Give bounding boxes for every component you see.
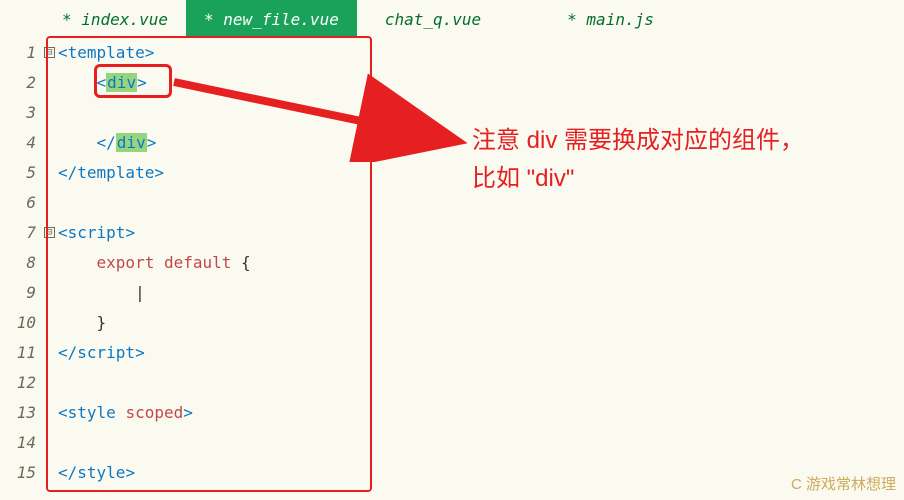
- annotation-line: 比如 "div": [472, 160, 804, 198]
- tab-label: chat_q.vue: [385, 10, 481, 29]
- code-line: [58, 368, 904, 398]
- line-number: 6: [0, 188, 36, 218]
- code-line: }: [58, 308, 904, 338]
- line-number: 11: [0, 338, 36, 368]
- line-number: 3: [0, 98, 36, 128]
- code-line: [58, 428, 904, 458]
- annotation-text: 注意 div 需要换成对应的组件， 比如 "div": [472, 122, 804, 199]
- line-number: 15: [0, 458, 36, 488]
- editor: 1 2 3 4 5 6 7 8 9 10 11 12 13 14 15 ⊟ ⊟ …: [0, 38, 904, 488]
- tab-new-file-vue[interactable]: * new_file.vue: [186, 0, 357, 38]
- line-number-gutter: 1 2 3 4 5 6 7 8 9 10 11 12 13 14 15: [0, 38, 44, 488]
- code-line: <template>: [58, 38, 904, 68]
- text-cursor: |: [135, 283, 145, 302]
- tab-label: * index.vue: [62, 10, 168, 29]
- line-number: 12: [0, 368, 36, 398]
- line-number: 2: [0, 68, 36, 98]
- line-number: 9: [0, 278, 36, 308]
- annotation-line: 注意 div 需要换成对应的组件，: [472, 122, 804, 160]
- tab-bar: * index.vue * new_file.vue chat_q.vue * …: [0, 0, 904, 38]
- code-line: export default {: [58, 248, 904, 278]
- code-line: </script>: [58, 338, 904, 368]
- line-number: 8: [0, 248, 36, 278]
- fold-toggle-icon[interactable]: ⊟: [44, 47, 55, 58]
- tab-index-vue[interactable]: * index.vue: [44, 0, 186, 38]
- code-line: <div>: [58, 68, 904, 98]
- tab-main-js[interactable]: * main.js: [549, 0, 672, 38]
- code-line: <style scoped>: [58, 398, 904, 428]
- code-area[interactable]: <template> <div> </div> </template> <scr…: [58, 38, 904, 488]
- line-number: 10: [0, 308, 36, 338]
- code-line: <script>: [58, 218, 904, 248]
- fold-gutter: ⊟ ⊟: [44, 38, 58, 488]
- tab-chat-q-vue[interactable]: chat_q.vue: [367, 0, 499, 38]
- highlighted-tag: div: [106, 73, 137, 92]
- line-number: 5: [0, 158, 36, 188]
- code-line: </style>: [58, 458, 904, 488]
- fold-toggle-icon[interactable]: ⊟: [44, 227, 55, 238]
- line-number: 1: [0, 38, 36, 68]
- watermark-text: C 游戏常林想理: [791, 473, 896, 494]
- tab-label: * main.js: [567, 10, 654, 29]
- highlighted-tag: div: [116, 133, 147, 152]
- tab-label: * new_file.vue: [204, 10, 339, 29]
- line-number: 13: [0, 398, 36, 428]
- line-number: 4: [0, 128, 36, 158]
- line-number: 7: [0, 218, 36, 248]
- line-number: 14: [0, 428, 36, 458]
- code-line: |: [58, 278, 904, 308]
